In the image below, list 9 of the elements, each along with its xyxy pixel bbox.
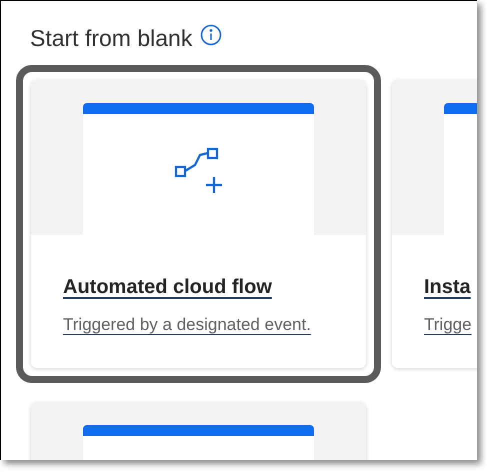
card-title-link[interactable]: Automated cloud flow	[63, 274, 272, 300]
card-title-link[interactable]: Insta	[424, 274, 471, 300]
card-description-link[interactable]: Trigge	[424, 312, 472, 337]
template-card[interactable]: Insta Trigge	[392, 80, 477, 368]
flow-plus-icon	[174, 147, 224, 193]
card-description-link[interactable]: Triggered by a designated event.	[63, 312, 311, 337]
template-card[interactable]: Automated cloud flow Triggered by a designated event.	[31, 80, 366, 368]
section-title: Start from blank	[30, 24, 192, 53]
info-icon[interactable]	[200, 24, 222, 46]
